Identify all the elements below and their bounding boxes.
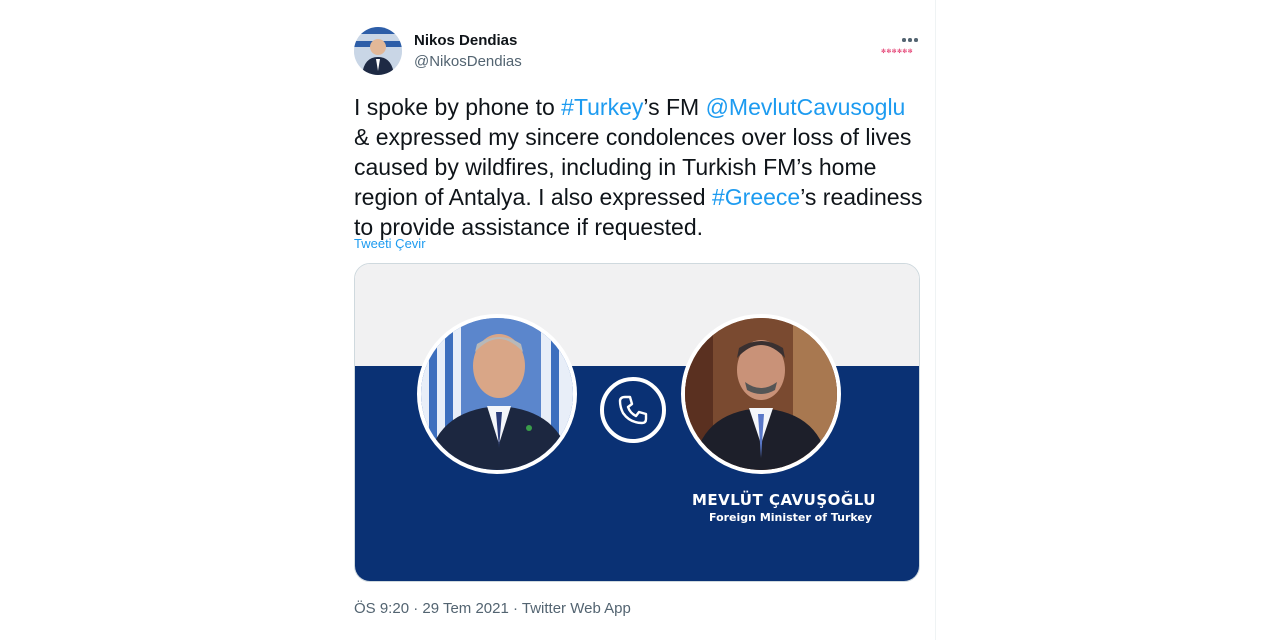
caption-title: Foreign Minister of Turkey — [709, 511, 873, 524]
portrait-right — [681, 314, 841, 474]
portrait-right-image — [685, 318, 837, 470]
author-handle[interactable]: @NikosDendias — [414, 53, 522, 70]
portrait-left — [417, 314, 577, 474]
tweet-text-segment: I spoke by phone to — [354, 94, 562, 120]
media-card[interactable]: MEVLÜT ÇAVUŞOĞLU Foreign Minister of Tur… — [354, 263, 920, 582]
phone-icon — [600, 377, 666, 443]
avatar[interactable] — [354, 27, 402, 75]
hashtag-link[interactable]: #Turkey — [561, 94, 643, 120]
translate-tweet-link[interactable]: Tweeti Çevir — [354, 236, 426, 251]
portrait-left-image — [421, 318, 573, 470]
tweet-timestamp[interactable]: ÖS 9:20 · 29 Tem 2021 · Twitter Web App — [354, 600, 631, 617]
phone-glyph — [618, 395, 648, 425]
hashtag-link[interactable]: #Greece — [712, 184, 800, 210]
tweet-column: Nikos Dendias @NikosDendias ✻✻✻✻✻✻ I spo… — [336, 0, 936, 640]
stamp-mark: ✻✻✻✻✻✻ — [881, 49, 913, 55]
tweet-text: I spoke by phone to #Turkey’s FM @Mevlut… — [354, 92, 924, 242]
avatar-image — [354, 27, 402, 75]
mention-link[interactable]: @MevlutCavusoglu — [706, 94, 906, 120]
tweet-text-segment: ’s FM — [643, 94, 706, 120]
caption-name: MEVLÜT ÇAVUŞOĞLU — [692, 491, 876, 509]
author-name[interactable]: Nikos Dendias — [414, 32, 517, 49]
